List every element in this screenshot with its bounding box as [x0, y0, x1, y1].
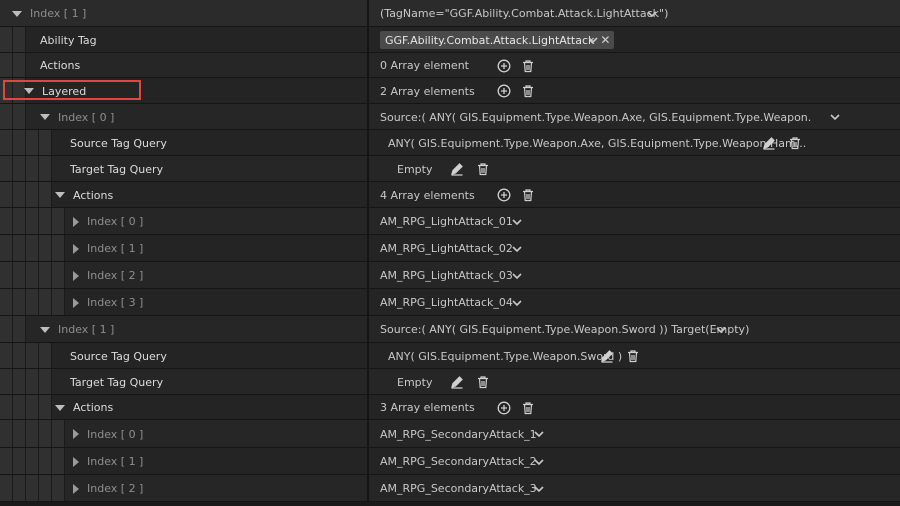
- trash-icon[interactable]: [475, 374, 491, 390]
- expand-arrow-icon[interactable]: [55, 404, 65, 411]
- tag-query-text: ANY( GIS.Equipment.Type.Weapon.Axe, GIS.…: [388, 136, 807, 150]
- property-row-actions[interactable]: Actions 3 Array elements: [0, 395, 900, 420]
- actions-label[interactable]: Actions: [55, 395, 113, 420]
- array-element-row[interactable]: Index [ 1 ] AM_RPG_LightAttack_02: [0, 235, 900, 262]
- array-element-row[interactable]: Index [ 2 ] AM_RPG_SecondaryAttack_3: [0, 475, 900, 502]
- asset-reference: AM_RPG_SecondaryAttack_2: [380, 455, 537, 468]
- tag-query-text: Empty: [397, 375, 433, 389]
- chevron-down-icon[interactable]: [587, 36, 599, 44]
- collapsed-arrow-icon[interactable]: [73, 216, 79, 227]
- expand-arrow-icon[interactable]: [24, 88, 34, 94]
- pencil-icon[interactable]: [449, 374, 465, 390]
- property-label: Target Tag Query: [70, 375, 164, 389]
- array-element-row[interactable]: Index [ 0 ] AM_RPG_LightAttack_01: [0, 208, 900, 235]
- expand-arrow-icon[interactable]: [55, 192, 65, 198]
- property-label: Source Tag Query: [70, 349, 167, 363]
- property-row-ability-tag: Ability Tag GGF.Ability.Combat.Attack.Li…: [0, 27, 900, 53]
- chevron-down-icon[interactable]: [646, 10, 658, 18]
- collapsed-arrow-icon[interactable]: [73, 429, 79, 439]
- array-element-row[interactable]: Index [ 3 ] AM_RPG_LightAttack_04: [0, 289, 900, 316]
- property-row-source-tag-query: Source Tag Query ANY( GIS.Equipment.Type…: [0, 343, 900, 369]
- array-count: 0 Array element: [380, 59, 469, 72]
- property-label: Ability Tag: [40, 33, 97, 47]
- pencil-icon[interactable]: [761, 135, 777, 151]
- array-element-label[interactable]: Index [ 2 ]: [73, 475, 143, 502]
- property-row-actions: Actions 0 Array element: [0, 53, 900, 78]
- asset-reference: AM_RPG_LightAttack_04: [380, 296, 513, 309]
- array-element-label[interactable]: Index [ 1 ]: [73, 448, 143, 475]
- asset-reference: AM_RPG_SecondaryAttack_1: [380, 427, 537, 441]
- array-element-label[interactable]: Index [ 1 ]: [12, 0, 86, 27]
- details-panel: Index [ 1 ] (TagName="GGF.Ability.Combat…: [0, 0, 900, 506]
- chevron-down-icon[interactable]: [511, 218, 523, 226]
- chevron-down-icon[interactable]: [829, 113, 841, 121]
- tag-query-text: ANY( GIS.Equipment.Type.Weapon.Sword ): [388, 349, 623, 363]
- array-element-label[interactable]: Index [ 2 ]: [73, 262, 143, 289]
- property-row-target-tag-query: Target Tag Query Empty: [0, 369, 900, 395]
- element-summary: (TagName="GGF.Ability.Combat.Attack.Ligh…: [380, 7, 669, 20]
- array-element-label[interactable]: Index [ 3 ]: [73, 289, 143, 316]
- array-element-row[interactable]: Index [ 0 ] Source:( ANY( GIS.Equipment.…: [0, 104, 900, 130]
- array-element-row[interactable]: Index [ 1 ] (TagName="GGF.Ability.Combat…: [0, 0, 900, 27]
- plus-circle-icon[interactable]: [496, 187, 512, 203]
- collapsed-arrow-icon[interactable]: [73, 243, 79, 254]
- asset-reference: AM_RPG_LightAttack_02: [380, 242, 513, 255]
- chevron-down-icon[interactable]: [715, 326, 727, 334]
- chevron-down-icon[interactable]: [511, 272, 523, 280]
- element-summary: Source:( ANY( GIS.Equipment.Type.Weapon.…: [380, 110, 812, 124]
- asset-reference: AM_RPG_LightAttack_03: [380, 269, 513, 282]
- gameplay-tag-chip[interactable]: GGF.Ability.Combat.Attack.LightAttack ✕: [380, 31, 615, 49]
- asset-reference: AM_RPG_SecondaryAttack_3: [380, 482, 537, 495]
- array-element-label[interactable]: Index [ 1 ]: [40, 316, 114, 343]
- expand-arrow-icon[interactable]: [40, 114, 50, 120]
- trash-icon[interactable]: [520, 58, 536, 74]
- chevron-down-icon[interactable]: [511, 299, 523, 307]
- layered-label[interactable]: Layered: [24, 78, 86, 104]
- asset-reference: AM_RPG_LightAttack_01: [380, 215, 513, 228]
- array-element-row[interactable]: Index [ 1 ] AM_RPG_SecondaryAttack_2: [0, 448, 900, 475]
- chevron-down-icon[interactable]: [533, 458, 545, 466]
- trash-icon[interactable]: [520, 400, 536, 416]
- property-label: Target Tag Query: [70, 162, 164, 176]
- plus-circle-icon[interactable]: [496, 83, 512, 99]
- trash-icon[interactable]: [520, 187, 536, 203]
- close-icon[interactable]: ✕: [600, 33, 610, 47]
- tag-query-text: Empty: [397, 162, 433, 176]
- trash-icon[interactable]: [520, 83, 536, 99]
- property-row-target-tag-query: Target Tag Query Empty: [0, 156, 900, 182]
- plus-circle-icon[interactable]: [496, 58, 512, 74]
- collapsed-arrow-icon[interactable]: [73, 270, 79, 281]
- property-row-layered[interactable]: Layered 2 Array elements: [0, 78, 900, 104]
- collapsed-arrow-icon[interactable]: [73, 297, 79, 308]
- array-element-label[interactable]: Index [ 0 ]: [73, 420, 143, 448]
- collapsed-arrow-icon[interactable]: [73, 456, 79, 467]
- array-element-label[interactable]: Index [ 1 ]: [73, 235, 143, 262]
- array-element-label[interactable]: Index [ 0 ]: [73, 208, 143, 235]
- chevron-down-icon[interactable]: [533, 485, 545, 493]
- property-label: Actions: [40, 59, 81, 72]
- pencil-icon[interactable]: [449, 161, 465, 177]
- expand-arrow-icon[interactable]: [12, 10, 22, 17]
- pencil-icon[interactable]: [599, 348, 615, 364]
- property-row-actions[interactable]: Actions 4 Array elements: [0, 182, 900, 208]
- property-label: Source Tag Query: [70, 136, 167, 150]
- trash-icon[interactable]: [625, 348, 641, 364]
- array-count: 2 Array elements: [380, 84, 475, 98]
- array-count: 3 Array elements: [380, 401, 475, 414]
- actions-label[interactable]: Actions: [55, 182, 113, 208]
- array-element-row[interactable]: Index [ 0 ] AM_RPG_SecondaryAttack_1: [0, 420, 900, 448]
- array-element-row[interactable]: Index [ 1 ] Source:( ANY( GIS.Equipment.…: [0, 316, 900, 343]
- expand-arrow-icon[interactable]: [40, 326, 50, 333]
- array-count: 4 Array elements: [380, 188, 475, 202]
- array-element-row[interactable]: Index [ 2 ] AM_RPG_LightAttack_03: [0, 262, 900, 289]
- plus-circle-icon[interactable]: [496, 400, 512, 416]
- collapsed-arrow-icon[interactable]: [73, 483, 79, 494]
- trash-icon[interactable]: [787, 135, 803, 151]
- element-summary: Source:( ANY( GIS.Equipment.Type.Weapon.…: [380, 323, 750, 336]
- property-row-source-tag-query: Source Tag Query ANY( GIS.Equipment.Type…: [0, 130, 900, 156]
- chevron-down-icon[interactable]: [511, 245, 523, 253]
- array-element-label[interactable]: Index [ 0 ]: [40, 104, 114, 130]
- chevron-down-icon[interactable]: [533, 430, 545, 438]
- trash-icon[interactable]: [475, 161, 491, 177]
